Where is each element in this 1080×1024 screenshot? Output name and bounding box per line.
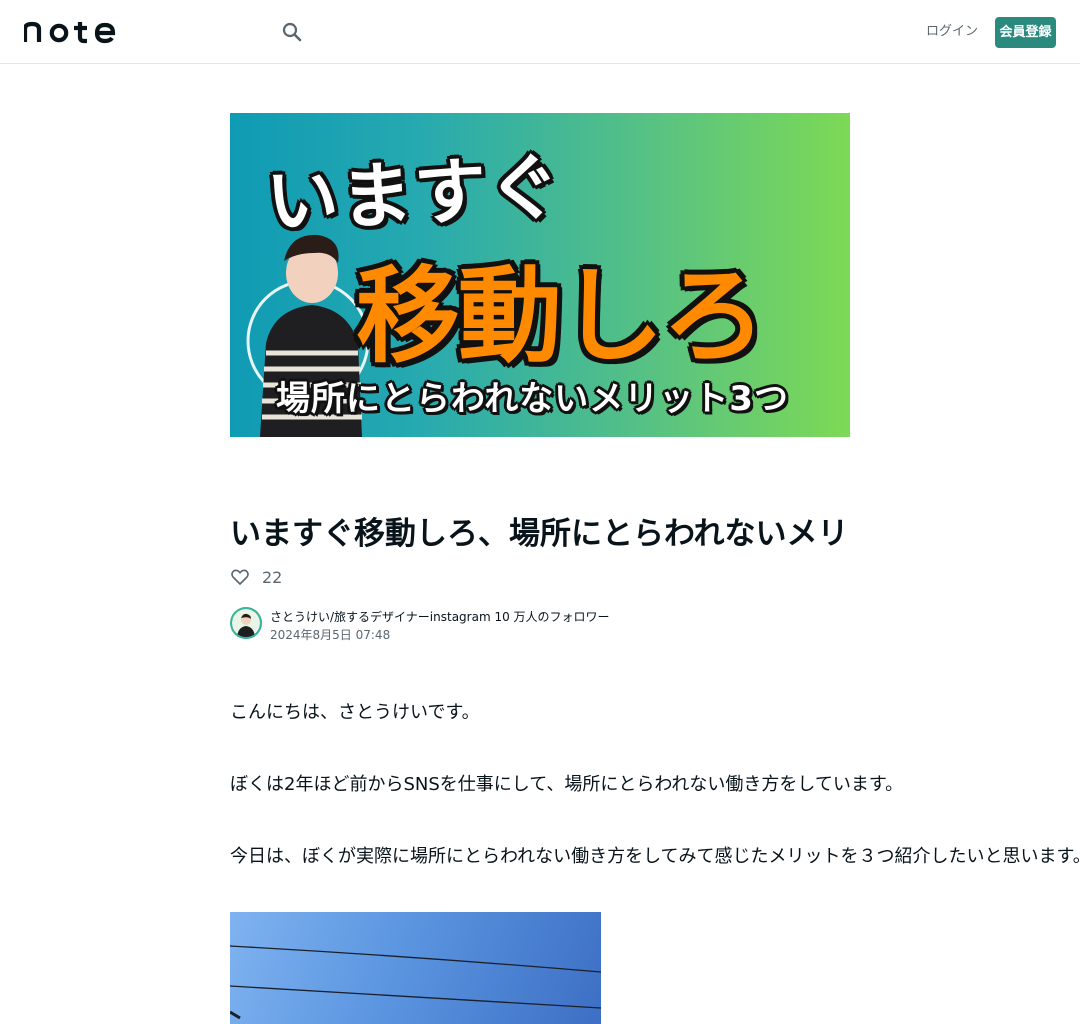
article-photo (230, 912, 601, 1024)
login-link[interactable]: ログイン (926, 22, 978, 42)
hero-subheadline: 場所にとらわれないメリット3つ (276, 379, 789, 419)
author-name[interactable]: さとうけい/旅するデザイナーinstagram 10 万人のフォロワー (270, 608, 610, 625)
hero-headline-2: 移動しろ (356, 255, 766, 377)
search-icon[interactable] (278, 18, 306, 46)
like-count[interactable]: 22 (262, 568, 282, 587)
site-header: ログイン 会員登録 (0, 0, 1080, 64)
hero-eyecatch-image: いますぐ 移動しろ 場所にとらわれないメリット3つ (230, 113, 850, 437)
signup-button[interactable]: 会員登録 (995, 17, 1056, 48)
heart-icon[interactable] (230, 567, 250, 587)
body-paragraph: ぼくは2年ほど前からSNSを仕事にして、場所にとらわれない働き方をしています。 (230, 774, 904, 795)
like-row: 22 (230, 566, 282, 588)
article-title: いますぐ移動しろ、場所にとらわれないメリット３つ (230, 516, 850, 552)
post-date: 2024年8月5日 07:48 (270, 628, 391, 642)
note-logo[interactable] (24, 20, 124, 44)
hero-headline-1: いますぐ (264, 144, 565, 244)
body-paragraph: 今日は、ぼくが実際に場所にとらわれない働き方をしてみて感じたメリットを３つ紹介し… (230, 846, 1080, 867)
body-paragraph: こんにちは、さとうけいです。 (230, 702, 480, 723)
author-avatar[interactable] (230, 607, 262, 639)
